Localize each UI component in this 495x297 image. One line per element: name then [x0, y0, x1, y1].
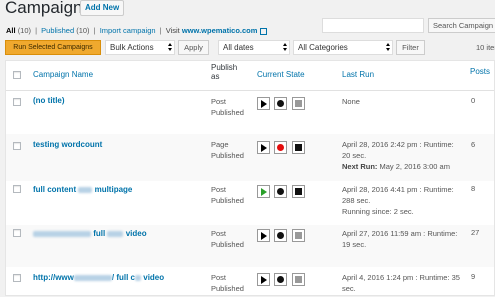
- table-row: full content multipage Post Published Apr…: [6, 181, 494, 225]
- last-run: April 4, 2016 1:24 pm : Runtime: 35 sec.: [342, 273, 460, 293]
- filter-all-link[interactable]: All (10): [6, 26, 31, 35]
- column-last-run[interactable]: Last Run: [342, 70, 374, 79]
- posts-count: 6: [471, 140, 476, 149]
- items-count: 10 item: [476, 43, 495, 52]
- play-icon: [261, 276, 267, 284]
- last-run: April 28, 2016 4:41 pm : Runtime: 288 se…: [342, 185, 454, 216]
- publish-as: Page Published: [211, 140, 244, 160]
- table-row: http://www / full c video Post Published A…: [6, 267, 494, 297]
- campaign-name-link[interactable]: testing wordcount: [33, 140, 102, 149]
- table-row: (no title) Post Published None 0: [6, 91, 494, 134]
- stop-icon: [295, 100, 302, 107]
- publish-as: Post Published: [211, 229, 244, 249]
- posts-count: 0: [471, 96, 476, 105]
- stop-button[interactable]: [292, 141, 305, 154]
- row-checkbox[interactable]: [13, 98, 21, 106]
- stop-icon: [295, 276, 302, 283]
- stop-button[interactable]: [292, 185, 305, 198]
- search-input[interactable]: [322, 18, 424, 33]
- posts-count: 8: [471, 184, 476, 193]
- filter-published-link[interactable]: Published (10): [41, 26, 89, 35]
- campaign-name-link[interactable]: full video: [33, 229, 147, 238]
- record-icon: [277, 232, 284, 239]
- status-filter-links: All (10) | Published (10) | Import campa…: [6, 26, 267, 35]
- categories-select[interactable]: All Categories: [293, 40, 393, 55]
- campaign-name-link[interactable]: http://www / full c video: [33, 273, 164, 282]
- last-run: None: [342, 97, 360, 106]
- activate-button[interactable]: [274, 141, 287, 154]
- row-checkbox[interactable]: [13, 142, 21, 150]
- posts-count: 27: [471, 228, 480, 237]
- visit-site-link[interactable]: www.wpematico.com: [182, 26, 267, 35]
- run-button[interactable]: [257, 141, 270, 154]
- record-icon: [277, 188, 284, 195]
- last-run: April 27, 2016 11:59 am : Runtime: 19 se…: [342, 229, 458, 249]
- play-icon: [261, 188, 267, 196]
- column-publish-as: Publish as: [211, 63, 238, 81]
- play-icon: [261, 100, 267, 108]
- stop-icon: [295, 188, 302, 195]
- column-campaign-name[interactable]: Campaign Name: [33, 70, 93, 79]
- publish-as: Post Published: [211, 273, 244, 293]
- column-current-state: Current State: [257, 70, 305, 79]
- play-icon: [261, 144, 267, 152]
- record-icon: [277, 276, 284, 283]
- stop-button[interactable]: [292, 229, 305, 242]
- apply-button[interactable]: Apply: [178, 40, 209, 55]
- stop-icon: [295, 144, 302, 151]
- row-checkbox[interactable]: [13, 274, 21, 282]
- search-campaign-button[interactable]: Search Campaign: [428, 18, 495, 33]
- column-posts[interactable]: Posts: [470, 67, 490, 76]
- run-button[interactable]: [257, 273, 270, 286]
- visit-label: Visit: [165, 26, 180, 35]
- last-run: April 28, 2016 2:42 pm : Runtime: 20 sec…: [342, 140, 454, 171]
- campaign-name-link[interactable]: (no title): [33, 96, 65, 105]
- row-checkbox[interactable]: [13, 229, 21, 237]
- row-checkbox[interactable]: [13, 185, 21, 193]
- record-icon: [277, 100, 284, 107]
- external-link-icon: [259, 27, 267, 35]
- activate-button[interactable]: [274, 185, 287, 198]
- filter-button[interactable]: Filter: [396, 40, 425, 55]
- run-button[interactable]: [257, 185, 270, 198]
- run-button[interactable]: [257, 229, 270, 242]
- import-campaign-link[interactable]: Import campaign: [100, 26, 156, 35]
- publish-as: Post Published: [211, 97, 244, 117]
- table-row: full video Post Published April 27, 2016 …: [6, 225, 494, 267]
- campaign-name-link[interactable]: full content multipage: [33, 185, 132, 194]
- activate-button[interactable]: [274, 273, 287, 286]
- add-new-button[interactable]: Add New: [80, 0, 125, 16]
- run-button[interactable]: [257, 97, 270, 110]
- page-title: Campaigns: [5, 0, 91, 17]
- campaigns-table: Campaign Name Publish as Current State La…: [5, 60, 495, 296]
- run-selected-button[interactable]: Run Selected Campaigns: [5, 40, 101, 55]
- dates-select[interactable]: All dates: [218, 40, 290, 55]
- activate-button[interactable]: [274, 229, 287, 242]
- table-row: testing wordcount Page Published April 28…: [6, 134, 494, 181]
- play-icon: [261, 232, 267, 240]
- posts-count: 9: [471, 272, 476, 281]
- record-icon: [277, 144, 284, 151]
- stop-button[interactable]: [292, 97, 305, 110]
- stop-button[interactable]: [292, 273, 305, 286]
- publish-as: Post Published: [211, 185, 244, 205]
- select-all-checkbox[interactable]: [13, 71, 21, 79]
- activate-button[interactable]: [274, 97, 287, 110]
- bulk-actions-select[interactable]: Bulk Actions: [105, 40, 175, 55]
- stop-icon: [295, 232, 302, 239]
